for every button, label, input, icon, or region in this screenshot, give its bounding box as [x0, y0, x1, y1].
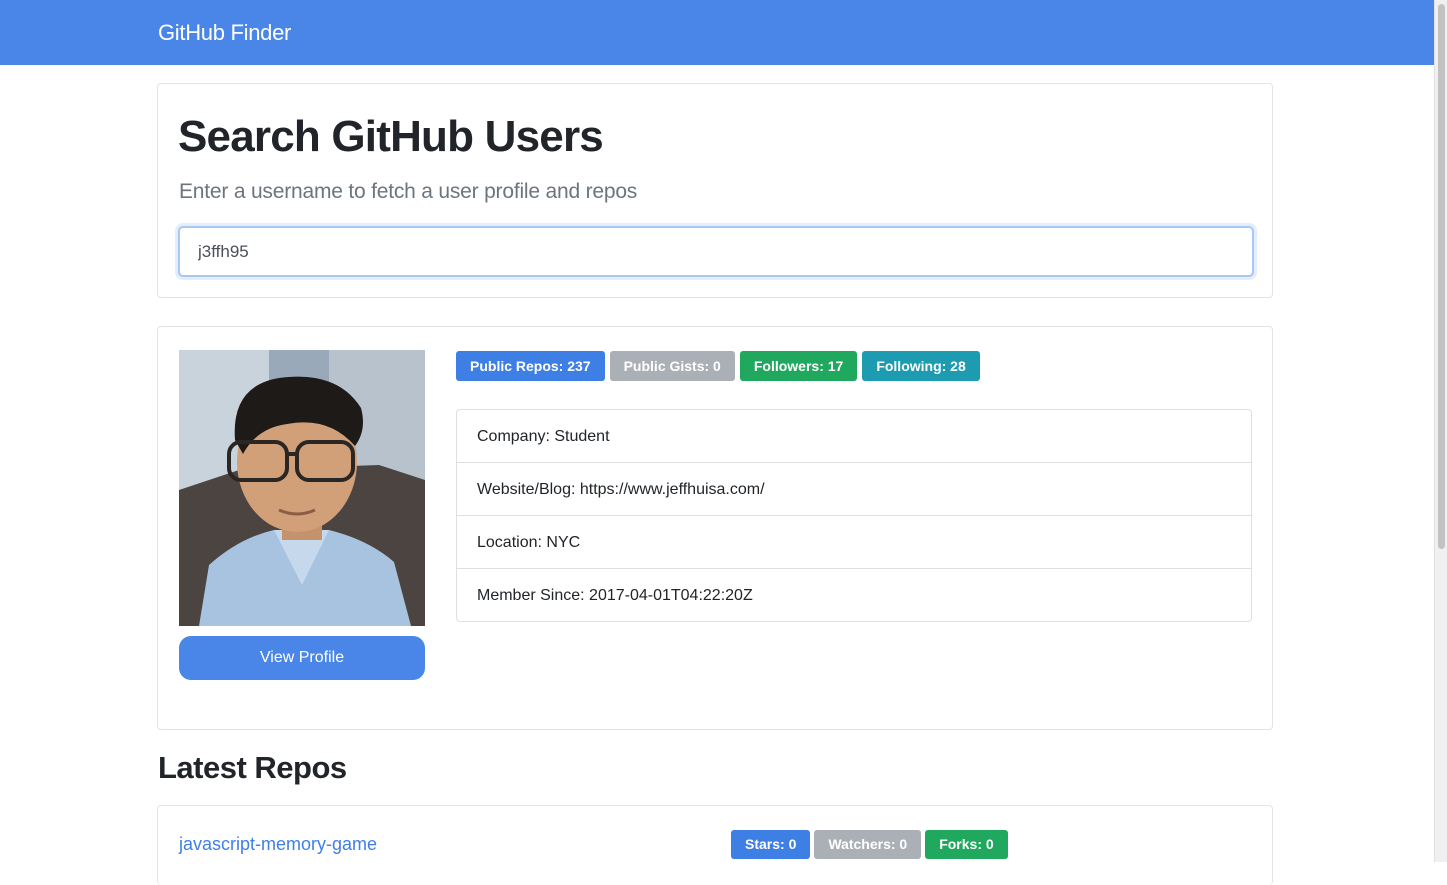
scrollbar-thumb[interactable]: [1438, 4, 1445, 549]
avatar: [179, 350, 425, 626]
repo-stars-badge: Stars: 0: [731, 830, 811, 859]
followers-badge: Followers: 17: [739, 351, 858, 381]
search-input[interactable]: [178, 226, 1254, 277]
profile-info-list: Company: Student Website/Blog: https://w…: [456, 409, 1252, 622]
profile-stats: Public Repos: 237 Public Gists: 0 Follow…: [456, 351, 980, 381]
website-item: Website/Blog: https://www.jeffhuisa.com/: [457, 463, 1251, 516]
search-lead: Enter a username to fetch a user profile…: [179, 180, 638, 203]
public-repos-badge: Public Repos: 237: [456, 351, 605, 381]
repo-forks-badge: Forks: 0: [925, 830, 1008, 859]
scrollbar[interactable]: [1434, 0, 1447, 862]
location-item: Location: NYC: [457, 516, 1251, 569]
search-title: Search GitHub Users: [178, 112, 604, 161]
member-since-item: Member Since: 2017-04-01T04:22:20Z: [477, 587, 753, 604]
navbar: GitHub Finder: [0, 0, 1434, 65]
latest-repos-heading: Latest Repos: [158, 750, 347, 785]
navbar-brand[interactable]: GitHub Finder: [158, 20, 291, 46]
following-badge: Following: 28: [862, 351, 980, 381]
public-gists-badge: Public Gists: 0: [609, 351, 735, 381]
view-profile-button[interactable]: View Profile: [179, 636, 425, 680]
repo-card: javascript-memory-game Stars: 0 Watchers…: [157, 805, 1273, 885]
repo-link[interactable]: javascript-memory-game: [179, 834, 377, 855]
repo-watchers-badge: Watchers: 0: [814, 830, 922, 859]
repo-stats: Stars: 0 Watchers: 0 Forks: 0: [731, 830, 1008, 859]
company-item: Company: Student: [457, 410, 1251, 463]
avatar-photo: [179, 350, 425, 626]
profile-card: View Profile Public Repos: 237 Public Gi…: [157, 326, 1273, 730]
search-card: Search GitHub Users Enter a username to …: [157, 83, 1273, 298]
